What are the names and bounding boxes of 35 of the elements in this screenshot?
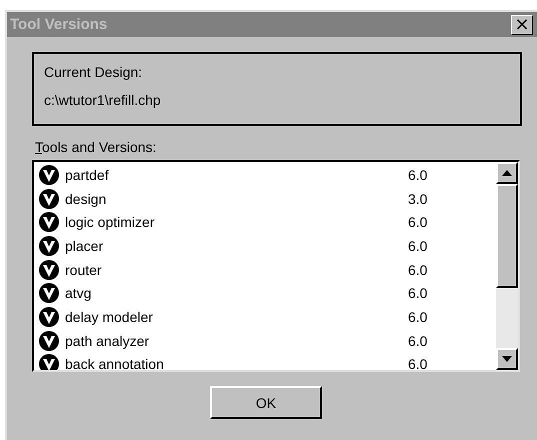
v-logo-icon xyxy=(39,164,59,185)
v-logo-icon xyxy=(39,188,59,209)
v-logo-icon xyxy=(39,283,59,304)
v-logo-icon xyxy=(39,236,59,256)
tool-version: 3.0 xyxy=(408,190,428,207)
tool-name: partdef xyxy=(65,166,110,183)
current-design-label: Current Design: xyxy=(44,64,144,80)
tool-name: back annotation xyxy=(65,356,165,370)
tool-version: 6.0 xyxy=(408,308,428,325)
tool-name: atvg xyxy=(65,285,92,302)
window-title: Tool Versions xyxy=(10,16,108,33)
tool-version: 6.0 xyxy=(408,238,428,254)
tool-version: 6.0 xyxy=(408,356,428,370)
close-button[interactable]: × xyxy=(511,14,533,34)
scrollbar[interactable] xyxy=(496,162,518,370)
ok-button[interactable]: OK xyxy=(210,386,322,419)
tool-version: 6.0 xyxy=(408,332,428,349)
tool-version: 6.0 xyxy=(408,214,428,230)
v-logo-icon xyxy=(39,306,59,327)
tool-name: placer xyxy=(65,238,104,254)
scroll-up-icon xyxy=(502,170,512,176)
tool-version: 6.0 xyxy=(408,285,428,302)
tool-name: path analyzer xyxy=(65,332,150,349)
design-path: c:\wtutor1\refill.chp xyxy=(44,92,162,108)
tool-name: logic optimizer xyxy=(65,214,156,230)
v-logo-icon xyxy=(39,260,59,280)
scroll-down-icon xyxy=(502,356,512,362)
tool-name: router xyxy=(65,262,103,278)
tool-name: design xyxy=(65,190,108,207)
v-logo-icon xyxy=(39,212,59,232)
tools-list-label: Tools and Versions: xyxy=(35,139,158,155)
tool-version: 6.0 xyxy=(408,166,428,183)
v-logo-icon xyxy=(39,330,59,351)
tool-name: delay modeler xyxy=(65,308,154,325)
tool-version: 6.0 xyxy=(408,262,428,278)
